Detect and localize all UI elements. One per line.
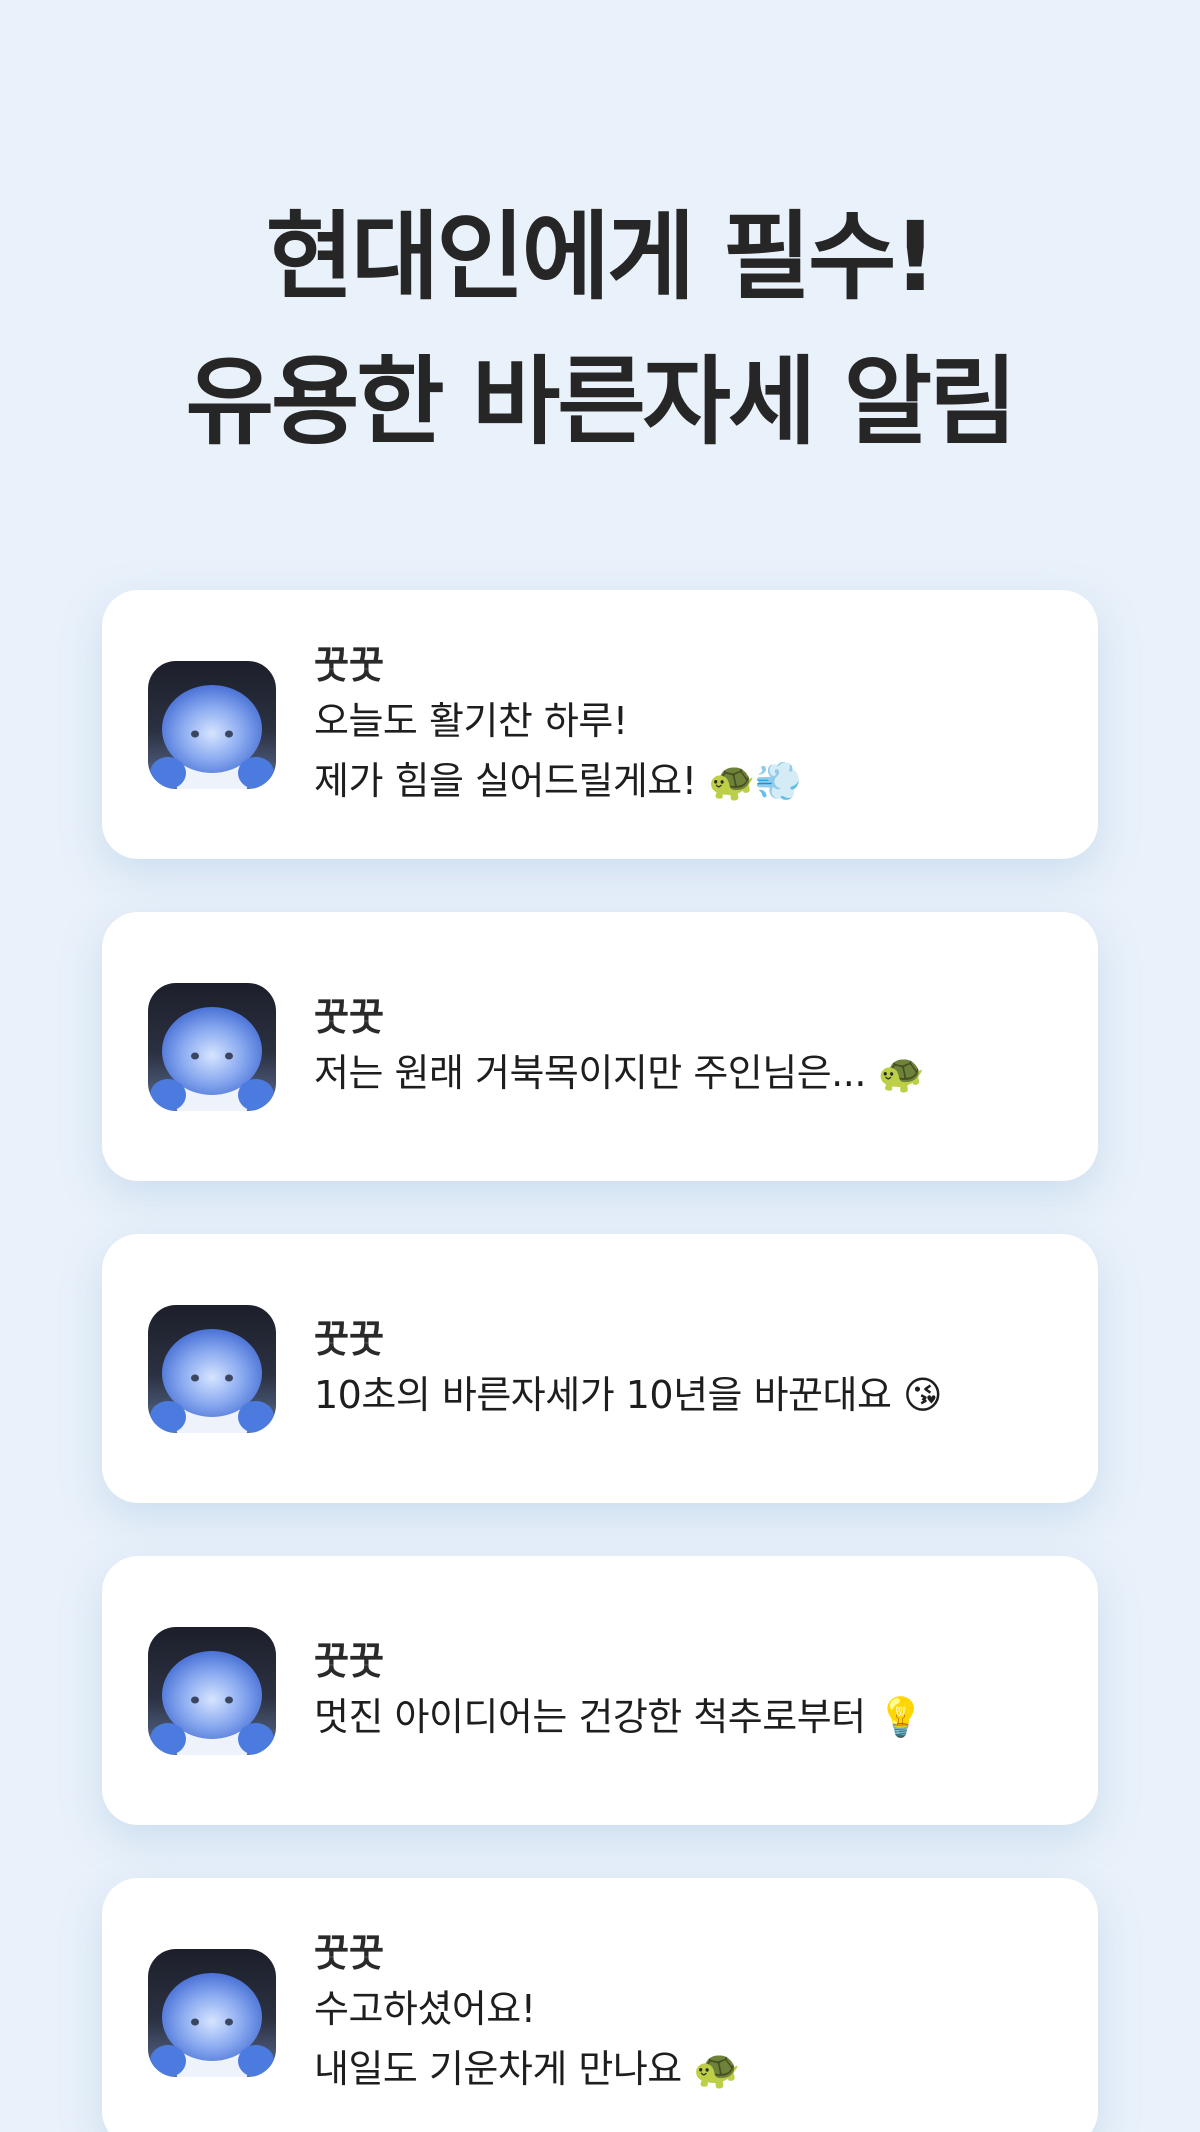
notification-app-name: 꿋꿋 [314,1638,384,1683]
notification-content: 꿋꿋 멋진 아이디어는 건강한 척추로부터 💡 [314,1556,1058,1825]
turtle-mascot-app-icon [148,1949,276,2077]
page-headline: 현대인에게 필수! 유용한 바른자세 알림 [0,185,1200,475]
notification-content: 꿋꿋 오늘도 활기찬 하루! 제가 힘을 실어드릴게요! 🐢💨 [314,590,1058,859]
notification-card[interactable]: 꿋꿋 오늘도 활기찬 하루! 제가 힘을 실어드릴게요! 🐢💨 [102,590,1098,859]
notification-message-line: 저는 원래 거북목이지만 주인님은... 🐢 [314,1050,925,1095]
notification-card[interactable]: 꿋꿋 10초의 바른자세가 10년을 바꾼대요 😘 [102,1234,1098,1503]
turtle-mascot-app-icon [148,1305,276,1433]
notification-content: 꿋꿋 수고하셨어요! 내일도 기운차게 만나요 🐢 [314,1878,1058,2132]
notification-app-name: 꿋꿋 [314,1316,384,1361]
turtle-mascot-app-icon [148,983,276,1111]
notification-message-line: 멋진 아이디어는 건강한 척추로부터 💡 [314,1694,925,1739]
notification-message-line: 오늘도 활기찬 하루! [314,698,628,743]
notification-content: 꿋꿋 저는 원래 거북목이지만 주인님은... 🐢 [314,912,1058,1181]
notification-card[interactable]: 꿋꿋 수고하셨어요! 내일도 기운차게 만나요 🐢 [102,1878,1098,2132]
page: 현대인에게 필수! 유용한 바른자세 알림 꿋꿋 오늘도 활기찬 하루! 제가 … [0,0,1200,2132]
notification-message-line: 10초의 바른자세가 10년을 바꾼대요 😘 [314,1372,943,1417]
notification-message-line: 수고하셨어요! [314,1986,536,2031]
notification-message-line: 제가 힘을 실어드릴게요! 🐢💨 [314,758,802,803]
headline-line-1: 현대인에게 필수! [265,201,937,313]
notification-card[interactable]: 꿋꿋 저는 원래 거북목이지만 주인님은... 🐢 [102,912,1098,1181]
notification-app-name: 꿋꿋 [314,1930,384,1975]
notification-list: 꿋꿋 오늘도 활기찬 하루! 제가 힘을 실어드릴게요! 🐢💨 꿋꿋 저는 원래… [102,590,1098,2132]
notification-message-line: 내일도 기운차게 만나요 🐢 [314,2046,741,2091]
headline-line-2: 유용한 바른자세 알림 [185,346,1018,458]
notification-app-name: 꿋꿋 [314,994,384,1039]
notification-card[interactable]: 꿋꿋 멋진 아이디어는 건강한 척추로부터 💡 [102,1556,1098,1825]
turtle-mascot-app-icon [148,1627,276,1755]
turtle-mascot-app-icon [148,661,276,789]
notification-app-name: 꿋꿋 [314,642,384,687]
notification-content: 꿋꿋 10초의 바른자세가 10년을 바꾼대요 😘 [314,1234,1058,1503]
